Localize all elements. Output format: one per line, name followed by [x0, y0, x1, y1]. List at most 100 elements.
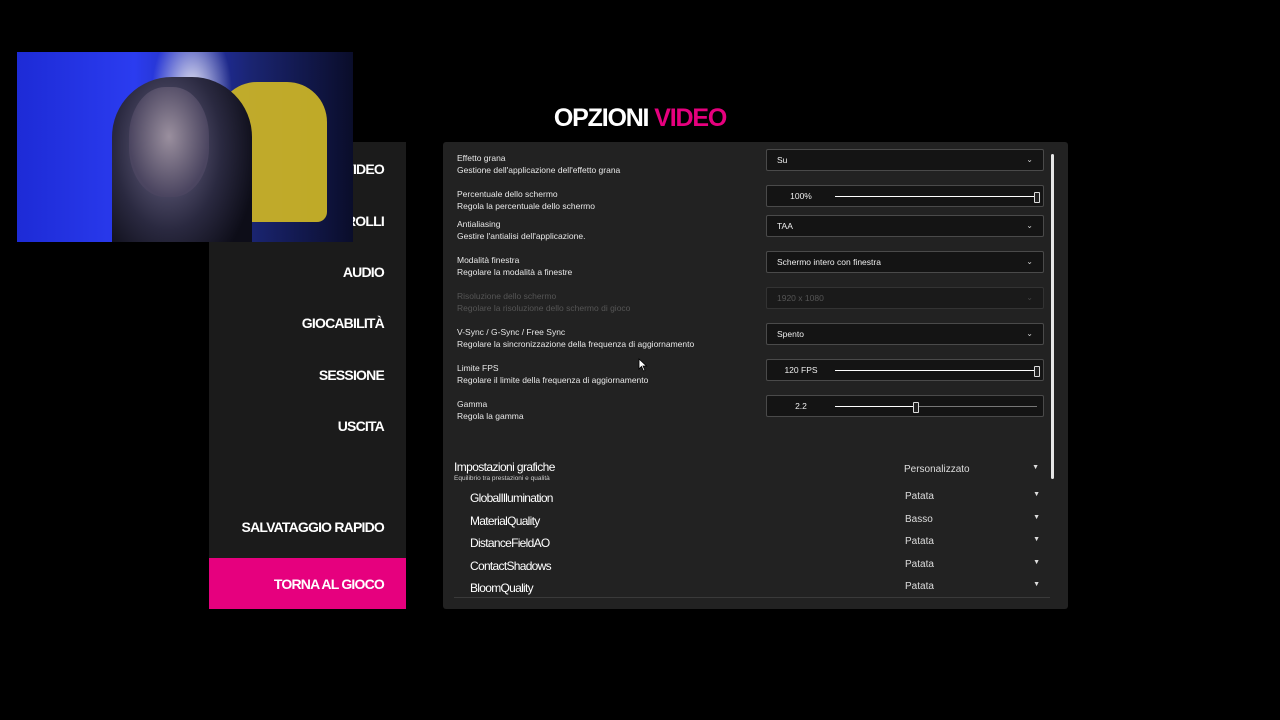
setting-description: Gestione dell'applicazione dell'effetto … — [457, 164, 621, 175]
setting-label: Percentuale dello schermo — [457, 189, 558, 199]
setting-label: Risoluzione dello schermo — [457, 291, 557, 301]
webcam-overlay — [17, 52, 353, 242]
graphics-setting-name: DistanceFieldAO — [470, 536, 550, 551]
slider-value: 120 FPS — [784, 365, 818, 375]
setting-label-block: Risoluzione dello schermo Regolare la ris… — [457, 291, 630, 314]
slider-track[interactable] — [835, 192, 1040, 203]
webcam-head — [129, 87, 209, 197]
caret-down-icon: ▼ — [1033, 558, 1040, 566]
page-title-word2: VIDEO — [654, 104, 727, 132]
caret-down-icon: ▼ — [1033, 536, 1040, 544]
setting-description: Gestire l'antialisi dell'applicazione. — [457, 230, 586, 241]
scrollbar[interactable] — [1051, 154, 1054, 479]
setting-label-block: Gamma Regola la gamma — [457, 399, 524, 422]
chevron-down-icon: ⌄ — [1026, 329, 1033, 338]
graphics-setting-name: BloomQuality — [470, 581, 534, 596]
setting-dropdown: 1920 x 1080 ⌄ — [766, 287, 1044, 309]
graphics-setting-row: BloomQuality Patata ▼ — [470, 581, 1040, 601]
mouse-cursor-icon — [638, 358, 648, 372]
caret-down-icon: ▼ — [1033, 581, 1040, 589]
setting-label: Modalità finestra — [457, 255, 520, 265]
slider-fill — [835, 370, 1037, 371]
slider-track[interactable] — [835, 402, 1037, 413]
graphics-setting-value: Basso — [905, 513, 933, 525]
graphics-setting-name: GlobalIllumination — [470, 491, 553, 505]
setting-label: Gamma — [457, 399, 488, 409]
menu-item-audio[interactable]: AUDIO — [343, 264, 385, 280]
setting-slider[interactable]: 120 FPS — [766, 359, 1044, 381]
setting-label-block: V-Sync / G-Sync / Free Sync Regolare la s… — [457, 327, 694, 350]
dropdown-value: 1920 x 1080 — [777, 293, 824, 303]
setting-label-block: Percentuale dello schermo Regola la perce… — [457, 189, 595, 212]
setting-label-block: Effetto grana Gestione dell'applicazione … — [457, 153, 620, 176]
slider-thumb[interactable] — [1034, 192, 1040, 203]
setting-description: Regolare la modalità a finestre — [457, 266, 573, 277]
setting-slider[interactable]: 100% — [766, 185, 1044, 207]
chevron-down-icon: ⌄ — [1026, 293, 1033, 302]
graphics-setting-dropdown[interactable]: Patata ▼ — [905, 581, 1040, 592]
setting-row: Effetto grana Gestione dell'applicazione … — [457, 149, 1057, 187]
graphics-settings-title: Impostazioni grafiche — [454, 460, 555, 474]
graphics-setting-row: ContactShadows Patata ▼ — [470, 559, 1040, 579]
setting-row: Antialiasing Gestire l'antialisi dell'app… — [457, 215, 1057, 253]
setting-description: Regolare la sincronizzazione della frequ… — [457, 338, 695, 349]
setting-dropdown[interactable]: TAA ⌄ — [766, 215, 1044, 237]
chevron-down-icon: ⌄ — [1026, 155, 1033, 164]
setting-dropdown[interactable]: Schermo intero con finestra ⌄ — [766, 251, 1044, 273]
back-to-game-button[interactable]: TORNA AL GIOCO — [209, 558, 406, 609]
graphics-setting-dropdown[interactable]: Basso ▼ — [905, 514, 1040, 525]
divider — [454, 597, 1050, 598]
page-title-word1: OPZIONI — [553, 104, 650, 132]
setting-description: Regolare la risoluzione dello schermo di… — [457, 302, 631, 313]
graphics-setting-row: GlobalIllumination Patata ▼ — [470, 491, 1040, 511]
setting-row: Limite FPS Regolare il limite della frequ… — [457, 359, 1057, 397]
dropdown-value: Su — [777, 155, 788, 165]
setting-label: V-Sync / G-Sync / Free Sync — [457, 327, 566, 337]
dropdown-value: Spento — [777, 329, 804, 339]
setting-dropdown[interactable]: Su ⌄ — [766, 149, 1044, 171]
setting-description: Regolare il limite della frequenza di ag… — [457, 374, 649, 385]
slider-value: 100% — [790, 191, 812, 201]
chevron-down-icon: ⌄ — [1026, 257, 1033, 266]
chevron-down-icon: ⌄ — [1026, 221, 1033, 230]
graphics-setting-dropdown[interactable]: Patata ▼ — [905, 536, 1040, 547]
menu-item-salvataggio-rapido[interactable]: SALVATAGGIO RAPIDO — [242, 519, 385, 535]
graphics-setting-dropdown[interactable]: Patata ▼ — [905, 491, 1040, 502]
dropdown-value: Schermo intero con finestra — [777, 257, 881, 267]
setting-slider[interactable]: 2.2 — [766, 395, 1044, 417]
slider-thumb[interactable] — [1034, 366, 1040, 377]
graphics-settings-subtitle: Equilibrio tra prestazioni e qualità — [454, 475, 550, 482]
setting-label-block: Limite FPS Regolare il limite della frequ… — [457, 363, 648, 386]
slider-fill — [835, 406, 916, 407]
setting-label: Antialiasing — [457, 219, 501, 229]
caret-down-icon: ▼ — [1032, 464, 1039, 471]
dropdown-value: TAA — [777, 221, 793, 231]
setting-description: Regola la gamma — [457, 410, 524, 421]
caret-down-icon: ▼ — [1033, 513, 1040, 521]
graphics-setting-value: Patata — [905, 491, 934, 502]
menu-item-giocabilita[interactable]: GIOCABILITÀ — [302, 315, 385, 331]
setting-row: Gamma Regola la gamma 2.2 — [457, 395, 1057, 433]
graphics-setting-row: MaterialQuality Basso ▼ — [470, 514, 1040, 534]
graphics-preset-value: Personalizzato — [904, 464, 970, 475]
graphics-settings-header: Impostazioni grafiche Equilibrio tra pre… — [454, 460, 555, 482]
caret-down-icon: ▼ — [1033, 491, 1040, 498]
slider-thumb[interactable] — [912, 402, 919, 413]
setting-description: Regola la percentuale dello schermo — [457, 200, 595, 211]
setting-row: Modalità finestra Regolare la modalità a … — [457, 251, 1057, 289]
video-settings-panel: Effetto grana Gestione dell'applicazione … — [443, 142, 1068, 609]
graphics-setting-dropdown[interactable]: Patata ▼ — [905, 559, 1040, 570]
graphics-setting-value: Patata — [905, 558, 934, 570]
slider-fill — [835, 196, 1037, 197]
slider-value: 2.2 — [795, 401, 807, 411]
slider-track[interactable] — [835, 366, 1040, 377]
graphics-setting-value: Patata — [905, 581, 934, 593]
menu-item-uscita[interactable]: USCITA — [338, 418, 385, 434]
graphics-preset-dropdown[interactable]: Personalizzato ▼ — [904, 464, 1039, 475]
menu-item-sessione[interactable]: SESSIONE — [319, 367, 385, 383]
setting-row: Risoluzione dello schermo Regolare la ris… — [457, 287, 1057, 325]
setting-dropdown[interactable]: Spento ⌄ — [766, 323, 1044, 345]
graphics-setting-name: ContactShadows — [470, 558, 552, 573]
setting-label-block: Antialiasing Gestire l'antialisi dell'app… — [457, 219, 585, 242]
setting-row: V-Sync / G-Sync / Free Sync Regolare la s… — [457, 323, 1057, 361]
